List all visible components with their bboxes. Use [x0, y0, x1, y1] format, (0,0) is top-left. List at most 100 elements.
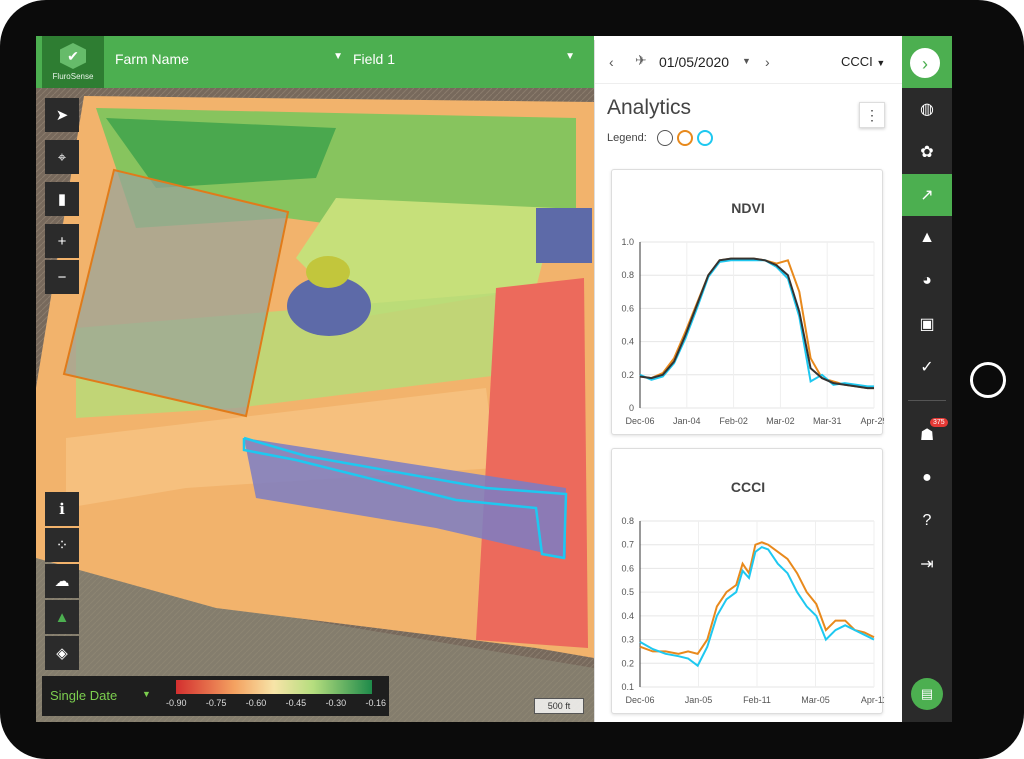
y-tick-label: 0.4 — [621, 611, 634, 621]
y-tick-label: 1.0 — [621, 237, 634, 247]
rail-notifications[interactable]: ☗ 375 — [902, 414, 952, 456]
rail-tasks[interactable]: ✓ — [902, 346, 952, 388]
scatter-icon: ⁘ — [55, 537, 69, 554]
rail-reports[interactable]: ▣ — [902, 303, 952, 345]
caret-down-icon: ▼ — [142, 689, 151, 699]
chart-legend-label: Legend: — [607, 132, 647, 144]
rail-weather[interactable]: ◍ — [902, 88, 952, 130]
weather-button[interactable]: ☁ — [45, 564, 79, 598]
y-tick-label: 0.8 — [621, 516, 634, 526]
field-select[interactable]: Field 1 ▼ — [353, 51, 575, 67]
navigation-arrow-icon: ➤ — [55, 107, 69, 124]
legend-tick: -0.75 — [205, 698, 227, 708]
brand-name: FluroSense — [52, 72, 94, 81]
rail-help[interactable]: ? — [902, 500, 952, 542]
map-view[interactable]: ➤ ⌖ ▮ + − ℹ ⁘ ☁ ▲ ◈ Single Date ▼ -0.90 … — [36, 88, 594, 722]
cloud-icon: ☁ — [54, 573, 70, 590]
legend-tick: -0.60 — [245, 698, 267, 708]
prev-date-button[interactable]: ‹ — [609, 54, 614, 70]
series-line — [639, 259, 874, 388]
x-tick-label: Mar-05 — [801, 695, 830, 705]
gps-button[interactable]: ⌖ — [45, 140, 79, 174]
warning-icon: ▲ — [919, 229, 935, 246]
globe-icon: ◍ — [920, 101, 934, 118]
legend-tick: -0.16 — [365, 698, 386, 708]
ccci-chart-card: CCCI 0.1 0.2 0.3 0.4 0.5 0.6 0.7 0.8 Dec-06 Jan-0… — [611, 448, 884, 714]
date-select[interactable]: 01/05/2020 — [659, 54, 729, 70]
series-line — [639, 257, 874, 390]
x-tick-label: Dec-06 — [625, 416, 654, 426]
legend-tick: -0.30 — [325, 698, 347, 708]
y-tick-label: 0.2 — [621, 370, 634, 380]
chat-button[interactable]: ▤ — [911, 678, 943, 710]
leaf-icon: ✔ — [60, 43, 86, 69]
zoom-in-button[interactable]: + — [45, 224, 79, 258]
ruler-icon: ▮ — [57, 191, 67, 208]
orange-zone-toggle[interactable] — [677, 130, 693, 146]
chevron-right-icon: › — [922, 54, 928, 74]
notification-badge: 375 — [930, 418, 948, 427]
icon-rail: ◍ ✿ ↗ ▲ ◕ ▣ ✓ ☗ 375 ● ? ⇥ ▤ — [902, 88, 952, 722]
x-tick-label: Feb-11 — [743, 695, 771, 705]
kebab-icon: ⋮ — [865, 107, 879, 123]
y-tick-label: 0.1 — [621, 682, 634, 692]
color-legend: Single Date ▼ -0.90 -0.75 -0.60 -0.45 -0… — [42, 676, 389, 716]
legend-ticks: -0.90 -0.75 -0.60 -0.45 -0.30 -0.16 — [166, 698, 386, 708]
y-tick-label: 0.3 — [621, 635, 634, 645]
user-icon: ● — [922, 469, 932, 486]
x-tick-label: Apr-11 — [861, 695, 884, 705]
chat-icon: ▤ — [920, 686, 934, 701]
locate-button[interactable]: ➤ — [45, 98, 79, 132]
next-date-button[interactable]: › — [765, 54, 770, 70]
rail-zoning[interactable]: ◕ — [902, 260, 952, 302]
satellite-icon: ✈ — [635, 52, 647, 68]
legend-mode-select[interactable]: Single Date — [50, 688, 117, 703]
zoom-out-button[interactable]: − — [45, 260, 79, 294]
x-tick-label: Apr-29 — [860, 416, 884, 426]
x-tick-label: Dec-06 — [625, 695, 654, 705]
index-select[interactable]: CCCI ▼ — [841, 54, 885, 69]
ndvi-chart: 0 0.2 0.4 0.6 0.8 1.0 Dec-06 Jan-04 Feb-02 Mar-02… — [621, 237, 884, 426]
expand-panel-button[interactable]: › — [908, 46, 942, 80]
rail-analytics[interactable]: ↗ — [902, 174, 952, 216]
series-line — [639, 257, 874, 390]
logout-icon: ⇥ — [920, 556, 934, 573]
map-scale: 500 ft — [534, 698, 584, 714]
draw-points-button[interactable]: ⁘ — [45, 528, 79, 562]
trend-line-icon[interactable] — [657, 130, 673, 146]
y-tick-label: 0.5 — [621, 587, 634, 597]
app-screen: ✔ FluroSense Farm Name ▼ Field 1 ▼ ➤ ⌖ ▮… — [36, 36, 952, 722]
cyan-zone-toggle[interactable] — [697, 130, 713, 146]
field-heatmap — [36, 88, 594, 722]
more-options-button[interactable]: ⋮ — [859, 102, 885, 128]
ruler-button[interactable]: ▮ — [45, 182, 79, 216]
legend-tick: -0.90 — [166, 698, 187, 708]
home-button[interactable] — [970, 362, 1006, 398]
y-tick-label: 0.4 — [621, 337, 634, 347]
x-tick-label: Mar-02 — [766, 416, 795, 426]
analytics-panel: ‹ ✈ 01/05/2020 ▼ › CCCI ▼ Analytics ⋮ Le… — [594, 40, 903, 722]
alert-layer-button[interactable]: ▲ — [45, 600, 79, 634]
x-tick-label: Jan-04 — [673, 416, 701, 426]
layers-button[interactable]: ◈ — [45, 636, 79, 670]
farm-select-label: Farm Name — [115, 51, 189, 67]
image-report-icon: ▣ — [919, 316, 935, 333]
ndvi-chart-card: NDVI 0 0.2 0.4 0.6 0.8 1.0 Dec-06 Jan-04 Feb-02 M… — [611, 169, 884, 435]
date-bar: ‹ ✈ 01/05/2020 ▼ › CCCI ▼ — [595, 40, 903, 84]
x-tick-label: Mar-31 — [813, 416, 842, 426]
caret-down-icon: ▼ — [333, 51, 343, 62]
users-icon: ☗ — [919, 427, 935, 444]
farm-select[interactable]: Farm Name ▼ — [115, 51, 343, 67]
info-button[interactable]: ℹ — [45, 492, 79, 526]
index-select-label: CCCI — [841, 54, 873, 69]
rail-logout[interactable]: ⇥ — [902, 543, 952, 585]
y-tick-label: 0.7 — [621, 540, 634, 550]
caret-down-icon: ▼ — [565, 51, 575, 62]
rail-profile[interactable]: ● — [902, 457, 952, 499]
brand-logo[interactable]: ✔ FluroSense — [42, 36, 104, 88]
panel-title: Analytics — [607, 96, 692, 119]
y-tick-label: 0 — [629, 403, 634, 413]
minus-icon: − — [57, 268, 67, 286]
rail-alerts[interactable]: ▲ — [902, 217, 952, 259]
rail-crop[interactable]: ✿ — [902, 131, 952, 173]
